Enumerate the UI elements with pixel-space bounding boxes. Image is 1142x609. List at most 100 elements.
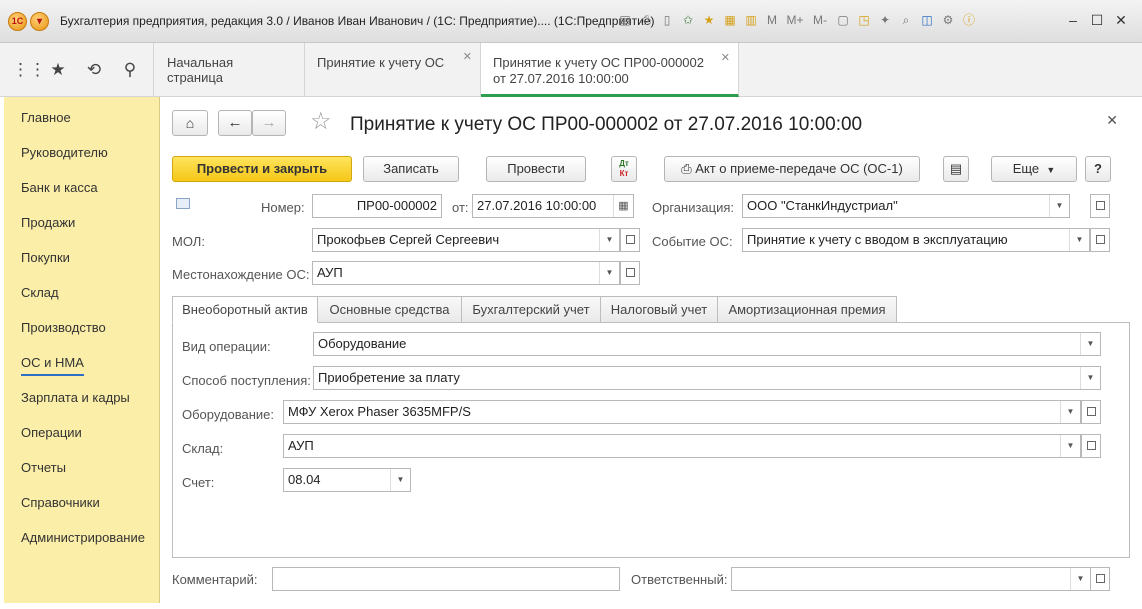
memory-m[interactable]: M (763, 11, 781, 29)
favorites-star-icon[interactable]: ★ (48, 60, 68, 80)
sidebar-item-sales[interactable]: Продажи (21, 215, 75, 230)
sidebar-item-warehouse[interactable]: Склад (21, 285, 59, 300)
account-field[interactable]: 08.04 ▼ (283, 468, 411, 492)
open-event-button[interactable] (1090, 228, 1110, 252)
home-button[interactable]: ⌂ (172, 110, 208, 136)
save-icon[interactable]: ▤ (616, 11, 634, 29)
tab-home-page[interactable]: Начальная страница (155, 43, 305, 97)
search-icon[interactable]: ⚲ (120, 60, 140, 80)
chevron-down-icon[interactable]: ▼ (1080, 367, 1100, 389)
sections-sidebar: Главное Руководителю Банк и касса Продаж… (4, 97, 160, 603)
location-field[interactable]: АУП ▼ (312, 261, 620, 285)
sidebar-item-catalogs[interactable]: Справочники (21, 495, 100, 510)
tab-noncurrent-asset[interactable]: Внеоборотный актив (172, 296, 318, 323)
help-button[interactable]: ? (1085, 156, 1111, 182)
dt-kt-button[interactable]: Дт Кт (611, 156, 637, 182)
print-act-button[interactable]: ⎙ Акт о приеме-передаче ОС (ОС-1) (664, 156, 920, 182)
tab-os-list[interactable]: Принятие к учету ОС ✕ (305, 43, 481, 97)
calendar-icon[interactable]: ▥ (742, 11, 760, 29)
sidebar-item-purchases[interactable]: Покупки (21, 250, 70, 265)
warehouse-field[interactable]: АУП ▼ (283, 434, 1081, 458)
sidebar-item-fixed-assets[interactable]: ОС и НМА (21, 355, 84, 376)
layout-icon[interactable]: ◫ (918, 11, 936, 29)
open-equipment-button[interactable] (1081, 400, 1101, 424)
number-field[interactable]: ПР00-000002 (312, 194, 442, 218)
chevron-down-icon[interactable]: ▼ (1060, 401, 1080, 423)
location-value: АУП (317, 265, 343, 280)
memory-m-plus[interactable]: M+ (784, 11, 806, 29)
sidebar-item-admin[interactable]: Администрирование (21, 530, 145, 545)
tab-close-icon[interactable]: ✕ (463, 50, 472, 63)
open-organization-button[interactable] (1090, 194, 1110, 218)
chevron-down-icon[interactable]: ▼ (1069, 229, 1089, 251)
comment-field[interactable] (272, 567, 620, 591)
post-button[interactable]: Провести (486, 156, 586, 182)
equipment-field[interactable]: МФУ Xerox Phaser 3635MFP/S ▼ (283, 400, 1081, 424)
open-mol-button[interactable] (620, 228, 640, 252)
open-responsible-button[interactable] (1090, 567, 1110, 591)
memory-m-minus[interactable]: M- (809, 11, 831, 29)
sidebar-item-manager[interactable]: Руководителю (21, 145, 108, 160)
event-value: Принятие к учету с вводом в эксплуатацию (747, 232, 1008, 247)
chevron-down-icon[interactable]: ▼ (1080, 333, 1100, 355)
responsible-field[interactable]: ▼ (731, 567, 1091, 591)
organization-field[interactable]: ООО "СтанкИндустриал" ▼ (742, 194, 1070, 218)
structure-button[interactable]: ▤ (943, 156, 969, 182)
back-icon[interactable]: ✦ (876, 11, 894, 29)
save-button[interactable]: Записать (363, 156, 459, 182)
print-icon[interactable]: ⎙ (637, 11, 655, 29)
date-field[interactable]: 27.07.2016 10:00:00 ▦ (472, 194, 634, 218)
new-window-icon[interactable]: ▢ (834, 11, 852, 29)
apps-grid-icon[interactable]: ⋮⋮ (12, 60, 46, 80)
menu-dropdown-icon[interactable]: ▾ (30, 12, 49, 31)
more-button[interactable]: Еще ▼ (991, 156, 1077, 182)
favorites-icon[interactable]: ✩ (679, 11, 697, 29)
operation-type-field[interactable]: Оборудование ▼ (313, 332, 1101, 356)
receipt-method-field[interactable]: Приобретение за плату ▼ (313, 366, 1101, 390)
info-icon[interactable]: ⓘ (960, 11, 978, 29)
sidebar-item-reports[interactable]: Отчеты (21, 460, 66, 475)
chevron-down-icon[interactable]: ▼ (599, 262, 619, 284)
open-location-button[interactable] (620, 261, 640, 285)
sidebar-item-bank[interactable]: Банк и касса (21, 180, 98, 195)
chevron-down-icon[interactable]: ▼ (1049, 195, 1069, 217)
tab-depreciation-bonus[interactable]: Амортизационная премия (717, 296, 897, 323)
1c-logo-icon[interactable]: 1С (8, 12, 27, 31)
forward-button[interactable]: → (252, 110, 286, 136)
pin-icon[interactable]: ◳ (855, 11, 873, 29)
chevron-down-icon[interactable]: ▼ (1060, 435, 1080, 457)
settings-icon[interactable]: ⚙ (939, 11, 957, 29)
sidebar-item-operations[interactable]: Операции (21, 425, 82, 440)
event-field[interactable]: Принятие к учету с вводом в эксплуатацию… (742, 228, 1090, 252)
sidebar-item-payroll[interactable]: Зарплата и кадры (21, 390, 130, 405)
close-form-icon[interactable]: ✕ (1106, 112, 1118, 129)
tab-tax[interactable]: Налоговый учет (600, 296, 718, 323)
chevron-down-icon: ▼ (1046, 165, 1056, 175)
sidebar-item-production[interactable]: Производство (21, 320, 106, 335)
star-icon[interactable]: ★ (700, 11, 718, 29)
chevron-down-icon[interactable]: ▼ (390, 469, 410, 491)
tab-close-icon[interactable]: ✕ (721, 50, 730, 66)
search-icon[interactable]: ⌕ (897, 11, 915, 29)
location-label: Местонахождение ОС: (172, 267, 310, 282)
tab-label: Начальная страница (167, 55, 234, 85)
sidebar-item-main[interactable]: Главное (21, 110, 71, 125)
close-window-icon[interactable]: ✕ (1112, 11, 1130, 29)
open-warehouse-button[interactable] (1081, 434, 1101, 458)
tab-label: Принятие к учету ОС ПР00-000002 (493, 55, 704, 70)
tab-fixed-assets[interactable]: Основные средства (317, 296, 462, 323)
preview-icon[interactable]: ▯ (658, 11, 676, 29)
minimize-icon[interactable]: ‒ (1064, 11, 1082, 29)
tab-current-document[interactable]: Принятие к учету ОС ПР00-000002 от 27.07… (481, 43, 739, 97)
mol-field[interactable]: Прокофьев Сергей Сергеевич ▼ (312, 228, 620, 252)
post-and-close-button[interactable]: Провести и закрыть (172, 156, 352, 182)
favorite-star-icon[interactable]: ☆ (310, 110, 332, 134)
history-icon[interactable]: ⟲ (84, 60, 104, 80)
chevron-down-icon[interactable]: ▼ (1070, 568, 1090, 590)
calendar-icon[interactable]: ▦ (613, 195, 633, 217)
chevron-down-icon[interactable]: ▼ (599, 229, 619, 251)
back-button[interactable]: ← (218, 110, 252, 136)
tab-accounting[interactable]: Бухгалтерский учет (461, 296, 601, 323)
calculator-icon[interactable]: ▦ (721, 11, 739, 29)
maximize-icon[interactable]: ☐ (1088, 11, 1106, 29)
